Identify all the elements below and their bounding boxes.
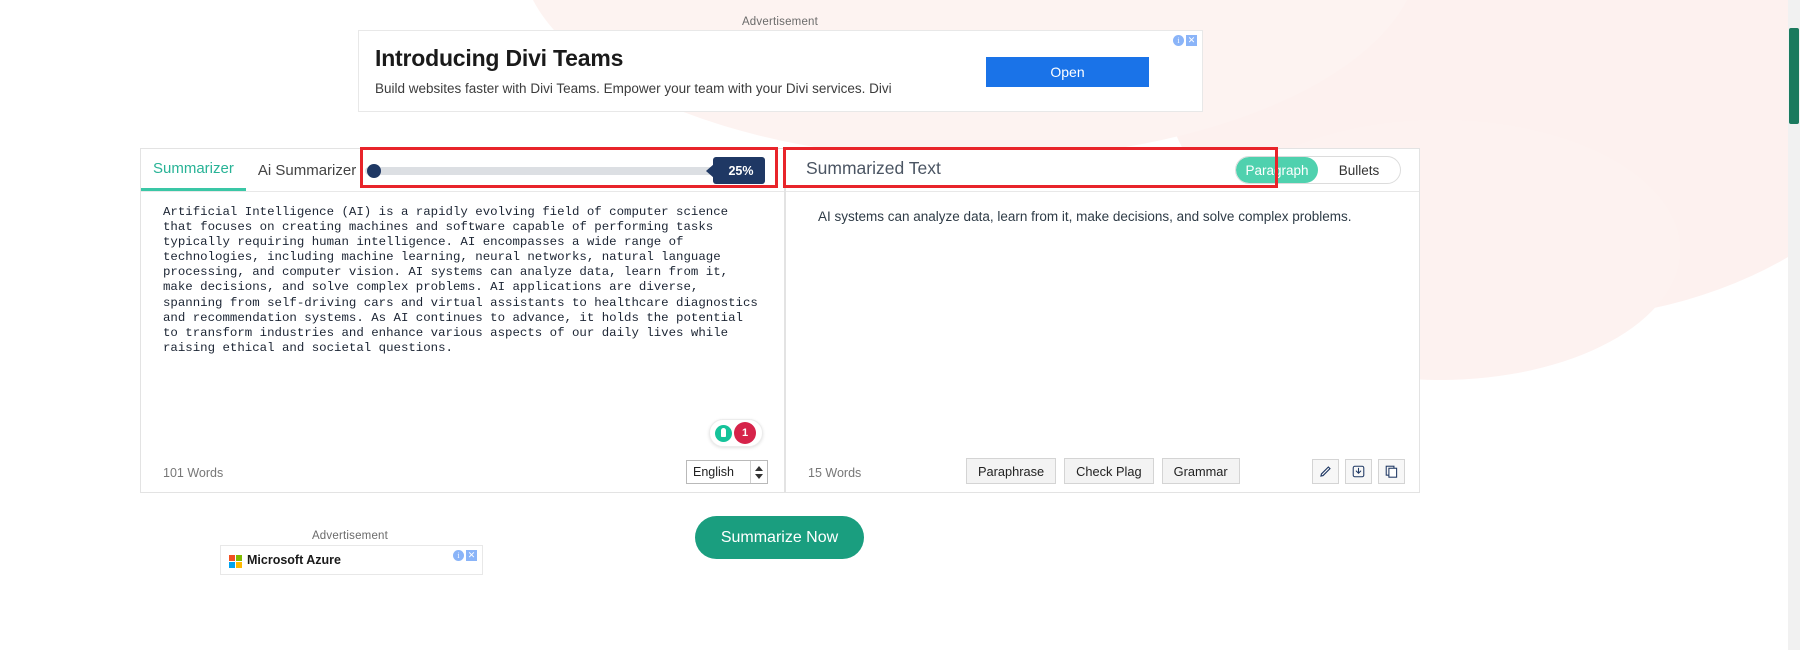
ad-bottom-title: Microsoft Azure (247, 553, 341, 567)
advertisement-label-bottom: Advertisement (311, 530, 389, 542)
copy-icon[interactable] (1378, 459, 1405, 484)
grammar-button[interactable]: Grammar (1161, 458, 1240, 484)
advertisement-label-top: Advertisement (741, 16, 819, 28)
ad-title: Introducing Divi Teams (375, 45, 624, 71)
microsoft-logo-icon (229, 555, 242, 568)
summary-output-text: AI systems can analyze data, learn from … (818, 209, 1352, 224)
paraphrase-button[interactable]: Paraphrase (966, 458, 1057, 484)
slider-track[interactable] (365, 167, 717, 175)
toggle-paragraph[interactable]: Paragraph (1236, 157, 1318, 183)
edit-pen-icon[interactable] (1312, 459, 1339, 484)
language-selector-value: English (693, 465, 734, 479)
source-text-area[interactable]: Artificial Intelligence (AI) is a rapidl… (163, 205, 763, 356)
ad-subtitle: Build websites faster with Divi Teams. E… (375, 81, 892, 96)
summarize-now-button[interactable]: Summarize Now (695, 516, 864, 559)
tab-bar: Summarizer Ai Summarizer (141, 149, 368, 191)
output-word-count: 15 Words (808, 466, 862, 480)
language-selector[interactable]: English (686, 460, 768, 484)
input-panel-divider (141, 191, 784, 192)
summary-length-slider[interactable]: 25% (365, 157, 765, 184)
summarized-text-title: Summarized Text (806, 158, 941, 178)
stepper-arrows-icon[interactable] (750, 461, 767, 483)
ad-controls-bottom[interactable]: i ✕ (453, 550, 477, 561)
page-scrollbar[interactable] (1788, 0, 1800, 650)
ad-info-icon[interactable]: i (1173, 35, 1184, 46)
site-logo-fragment (18, 0, 88, 12)
download-icon[interactable] (1345, 459, 1372, 484)
check-plagiarism-button[interactable]: Check Plag (1064, 458, 1154, 484)
ad-open-button[interactable]: Open (986, 57, 1149, 87)
output-panel-divider (786, 191, 1419, 192)
slider-value-badge: 25% (713, 157, 765, 184)
writing-assistant-badge[interactable]: 1 (709, 419, 763, 447)
summarizer-input-panel: Summarizer Ai Summarizer 25% Artificial … (140, 148, 785, 493)
tab-summarizer[interactable]: Summarizer (141, 149, 246, 191)
advertisement-banner-bottom[interactable]: i ✕ Microsoft Azure (220, 545, 483, 575)
ad-close-icon[interactable]: ✕ (1186, 35, 1197, 46)
output-icon-buttons (1312, 459, 1405, 484)
tab-ai-summarizer[interactable]: Ai Summarizer (246, 149, 368, 191)
input-word-count: 101 Words (163, 466, 224, 480)
error-count-badge[interactable]: 1 (734, 422, 756, 444)
lightbulb-icon (715, 424, 732, 442)
ad-close-icon[interactable]: ✕ (466, 550, 477, 561)
summarized-output-panel: Summarized Text Paragraph Bullets AI sys… (785, 148, 1420, 493)
output-action-buttons: Paraphrase Check Plag Grammar (966, 458, 1240, 484)
scrollbar-thumb[interactable] (1789, 28, 1799, 124)
page-root: Advertisement i ✕ Introducing Divi Teams… (0, 0, 1800, 650)
ad-info-icon[interactable]: i (453, 550, 464, 561)
output-view-toggle[interactable]: Paragraph Bullets (1235, 156, 1401, 184)
ad-controls-top[interactable]: i ✕ (1173, 35, 1197, 46)
slider-handle[interactable] (367, 164, 381, 178)
advertisement-banner-top[interactable]: i ✕ Introducing Divi Teams Build website… (358, 30, 1203, 112)
toggle-bullets[interactable]: Bullets (1318, 157, 1400, 183)
